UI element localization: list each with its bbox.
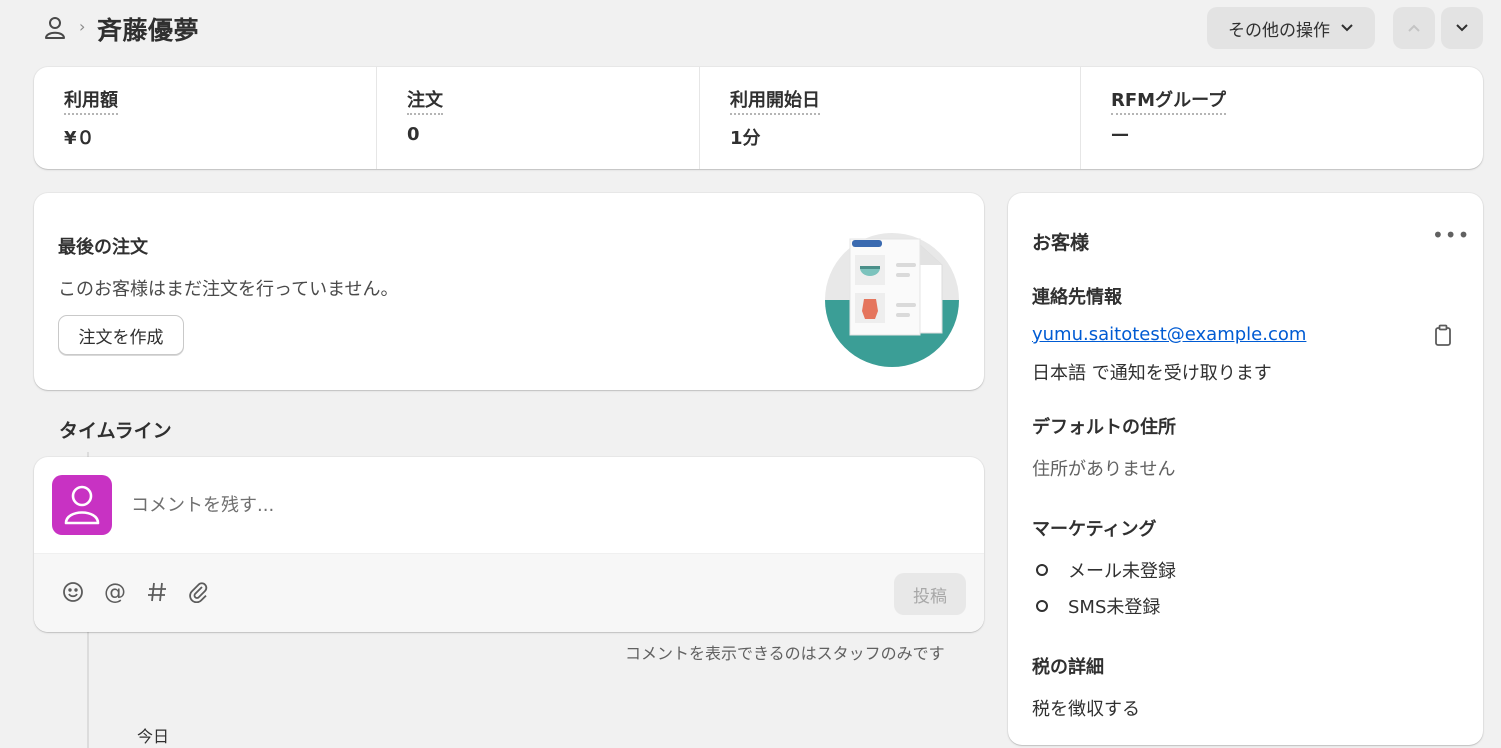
marketing-sms-label: SMS未登録 [1068,597,1161,618]
attachment-icon[interactable] [187,580,211,604]
previous-customer-button[interactable] [1393,7,1435,49]
stat-value: 1分 [730,128,761,149]
emoji-icon[interactable] [61,580,85,604]
chevron-down-icon [1456,24,1468,32]
post-button[interactable]: 投稿 [894,573,966,615]
comment-composer: @ 投稿 [34,457,984,632]
user-icon [64,485,100,525]
marketing-sms-status: SMS未登録 [1036,593,1160,619]
create-order-button[interactable]: 注文を作成 [58,315,184,355]
customer-email-link[interactable]: yumu.saitotest@example.com [1032,324,1306,345]
comment-input[interactable] [131,487,951,523]
stat-label[interactable]: RFMグループ [1111,86,1226,115]
stat-value: ¥０ [64,128,95,149]
last-order-card: 最後の注文 このお客様はまだ注文を行っていません。 注文を作成 [34,193,984,390]
chevron-down-icon [1341,24,1353,32]
marketing-email-label: メール未登録 [1068,561,1176,582]
notification-language-text: 日本語 で通知を受け取ります [1032,363,1272,384]
customer-card-title: お客様 [1032,232,1090,254]
last-order-title: 最後の注文 [58,237,148,258]
staff-only-note: コメントを表示できるのはスタッフのみです [625,644,945,663]
more-actions-button[interactable]: その他の操作 [1207,7,1375,49]
stat-value: 0 [407,124,420,145]
empty-orders-illustration [820,225,970,375]
stat-amount-spent: 利用額 ¥０ [34,67,376,169]
default-address-heading: デフォルトの住所 [1032,417,1176,438]
contact-info-heading: 連絡先情報 [1032,287,1122,308]
avatar [52,475,112,535]
stat-rfm-group: RFMグループ — [1080,67,1483,169]
last-order-empty-text: このお客様はまだ注文を行っていません。 [58,279,399,300]
chevron-up-icon [1408,24,1420,32]
tax-details-heading: 税の詳細 [1032,657,1104,678]
tax-collection-text: 税を徴収する [1032,699,1140,720]
customer-stats-card: 利用額 ¥０ 注文 0 利用開始日 1分 RFMグループ — [34,67,1483,169]
no-address-text: 住所がありません [1032,459,1176,480]
customer-details-card: お客様 ••• 連絡先情報 yumu.saitotest@example.com… [1008,193,1483,745]
stat-label[interactable]: 注文 [407,86,443,115]
hashtag-icon[interactable] [145,580,169,604]
page-title: 斉藤優夢 [97,16,200,45]
status-dot-icon [1036,564,1048,576]
customer-icon [44,16,66,40]
comment-toolbar: @ 投稿 [34,553,984,632]
stat-label[interactable]: 利用開始日 [730,86,820,115]
mention-icon[interactable]: @ [103,580,127,605]
status-dot-icon [1036,600,1048,612]
timeline-title: タイムライン [59,420,172,442]
marketing-email-status: メール未登録 [1036,557,1176,583]
clipboard-icon[interactable] [1433,324,1455,348]
marketing-heading: マーケティング [1032,519,1157,540]
stat-customer-since: 利用開始日 1分 [699,67,1080,169]
stat-value: — [1111,124,1129,145]
stat-orders: 注文 0 [376,67,699,169]
more-actions-label: その他の操作 [1228,20,1330,41]
timeline-date-today: 今日 [137,727,170,746]
more-options-icon[interactable]: ••• [1432,223,1470,247]
breadcrumb-chevron-icon: › [79,17,86,36]
next-customer-button[interactable] [1441,7,1483,49]
stat-label[interactable]: 利用額 [64,86,118,115]
